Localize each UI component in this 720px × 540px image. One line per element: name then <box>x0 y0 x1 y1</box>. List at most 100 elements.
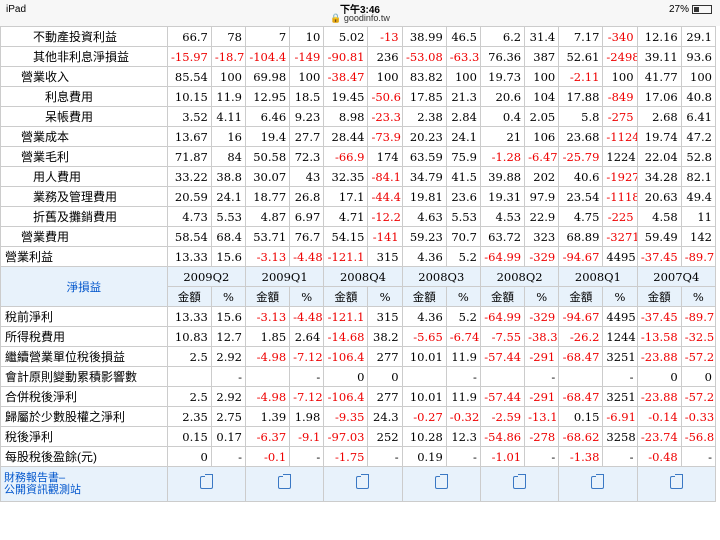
row-label: 營業成本 <box>0 126 168 147</box>
table-row: 所得稅費用 10.83 12.7 1.85 2.64 -14.68 38.2 -5.65 -6.… <box>0 326 717 347</box>
percent-cell: 1244 <box>602 326 638 347</box>
page-content[interactable]: 不動產投資利益 66.7 78 7 10 5.02 -13 38.99 46.5 6.2 31.4 7… <box>0 26 720 540</box>
amount-cell: -23.88 <box>636 386 682 407</box>
percent-cell: 2.84 <box>445 106 481 127</box>
percent-cell: 174 <box>367 146 403 167</box>
amount-cell: 19.31 <box>479 186 526 207</box>
percent-cell: 3251 <box>602 346 638 367</box>
table-row: 會計原則變動累積影響數 - -0 0- - -0 0 <box>0 366 717 387</box>
percent-cell: 315 <box>367 246 403 267</box>
percent-cell: -278 <box>524 426 560 447</box>
percent-cell: -32.5 <box>680 326 717 347</box>
external-link-icon[interactable] <box>356 474 370 489</box>
amount-cell: 17.85 <box>401 86 447 107</box>
percent-cell: 40.8 <box>680 86 717 107</box>
amount-cell: 0.4 <box>479 106 526 127</box>
percent-cell: - <box>524 366 560 387</box>
amount-cell: -1.75 <box>323 446 369 467</box>
external-link-icon[interactable] <box>591 474 605 489</box>
percent-cell: 2.75 <box>210 406 247 427</box>
amount-cell: 0.19 <box>401 446 447 467</box>
external-link-icon[interactable] <box>669 474 683 489</box>
amount-header: 金額 <box>479 286 526 307</box>
percent-cell: 38.8 <box>210 166 247 187</box>
amount-cell: 2.68 <box>636 106 682 127</box>
mops-report-link[interactable]: 財務報告書– 公開資訊觀測站 <box>0 466 168 502</box>
period-header: 2007Q4 <box>636 266 717 287</box>
amount-cell: 33.22 <box>166 166 212 187</box>
percent-header: % <box>524 286 560 307</box>
table-row: 營業毛利 71.87 84 50.58 72.3 -66.9 174 63.59 75.9 -1.… <box>0 146 717 167</box>
percent-cell: 9.23 <box>289 106 325 127</box>
percent-cell: 6.97 <box>289 206 325 227</box>
percent-cell: 100 <box>210 66 247 87</box>
external-link-icon[interactable] <box>434 474 448 489</box>
percent-cell: 68.4 <box>210 226 247 247</box>
ios-status-bar: iPad 下午3:46 🔒 goodinfo.tw 27% <box>0 0 720 26</box>
amount-cell: 4.63 <box>401 206 447 227</box>
amount-cell: -0.1 <box>244 446 291 467</box>
external-link-icon[interactable] <box>199 474 213 489</box>
percent-cell: 5.53 <box>445 206 481 227</box>
report-link-cell[interactable] <box>479 466 560 502</box>
report-link-cell[interactable] <box>636 466 717 502</box>
percent-cell: -84.1 <box>367 166 403 187</box>
percent-cell: -141 <box>367 226 403 247</box>
percent-cell: 38.2 <box>367 326 403 347</box>
footer-line1: 財務報告書– <box>4 472 66 484</box>
percent-cell: 31.4 <box>524 26 560 47</box>
percent-cell: 5.2 <box>445 246 481 267</box>
percent-cell: 142 <box>680 226 717 247</box>
amount-cell: -3.13 <box>244 246 291 267</box>
percent-cell: -50.6 <box>367 86 403 107</box>
external-link-icon[interactable] <box>278 474 292 489</box>
report-link-cell[interactable] <box>558 466 638 502</box>
amount-cell: -14.68 <box>323 326 369 347</box>
report-link-cell[interactable] <box>401 466 481 502</box>
amount-cell: 10.01 <box>401 386 447 407</box>
percent-cell: 21.3 <box>445 86 481 107</box>
percent-cell: -4.48 <box>289 246 325 267</box>
percent-cell: 11.9 <box>445 346 481 367</box>
url-bar[interactable]: 🔒 goodinfo.tw <box>0 13 720 24</box>
percent-cell: 24.1 <box>445 126 481 147</box>
report-link-cell[interactable] <box>323 466 403 502</box>
external-link-icon[interactable] <box>513 474 527 489</box>
section-title[interactable]: 淨損益 <box>0 266 168 307</box>
percent-cell: 49.4 <box>680 186 717 207</box>
percent-cell: 202 <box>524 166 560 187</box>
report-link-cell[interactable] <box>166 466 247 502</box>
percent-cell: 100 <box>680 66 717 87</box>
amount-cell: -26.2 <box>558 326 604 347</box>
amount-cell: 2.5 <box>166 346 212 367</box>
url-text: goodinfo.tw <box>343 13 390 23</box>
amount-cell: 1.85 <box>244 326 291 347</box>
row-label: 利息費用 <box>0 86 168 107</box>
amount-cell: -2.11 <box>558 66 604 87</box>
amount-cell: 63.59 <box>401 146 447 167</box>
percent-cell: 100 <box>524 66 560 87</box>
percent-cell: -63.3 <box>445 46 481 67</box>
battery-percent: 27% <box>668 4 689 15</box>
amount-cell: 12.16 <box>636 26 682 47</box>
amount-cell: -13.58 <box>636 326 682 347</box>
amount-cell: -57.44 <box>479 346 526 367</box>
table-row: 歸屬於少數股權之淨利 2.35 2.75 1.39 1.98 -9.35 24.3 -0.27… <box>0 406 717 427</box>
percent-cell: 11 <box>680 206 717 227</box>
amount-cell: 4.53 <box>479 206 526 227</box>
percent-cell: -12.2 <box>367 206 403 227</box>
amount-cell: -106.4 <box>323 346 369 367</box>
report-link-cell[interactable] <box>244 466 325 502</box>
percent-cell: 27.7 <box>289 126 325 147</box>
percent-cell: -9.1 <box>289 426 325 447</box>
percent-cell: -89.7 <box>680 306 717 327</box>
amount-cell: 68.89 <box>558 226 604 247</box>
percent-cell: -57.2 <box>680 346 717 367</box>
percent-cell: - <box>210 446 247 467</box>
amount-cell: -97.03 <box>323 426 369 447</box>
percent-cell: 26.8 <box>289 186 325 207</box>
row-label: 稅前淨利 <box>0 306 168 327</box>
percent-cell: 78 <box>210 26 247 47</box>
percent-cell: -3271 <box>602 226 638 247</box>
amount-cell: -66.9 <box>323 146 369 167</box>
